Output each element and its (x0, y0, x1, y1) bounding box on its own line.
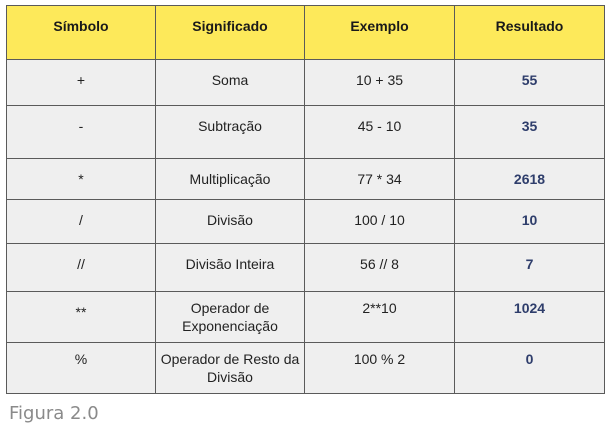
cell-meaning: Operador de Exponenciação (155, 291, 305, 343)
cell-meaning: Multiplicação (155, 158, 305, 200)
cell-meaning: Subtração (155, 105, 305, 159)
table-row: // Divisão Inteira 56 // 8 7 (6, 243, 605, 292)
table-row: ** Operador de Exponenciação 2**10 1024 (6, 291, 605, 343)
cell-example: 100 % 2 (304, 342, 455, 394)
cell-result: 0 (454, 342, 605, 394)
operators-table: Símbolo Significado Exemplo Resultado + … (6, 5, 605, 394)
cell-meaning: Soma (155, 59, 305, 106)
table-row: - Subtração 45 - 10 35 (6, 105, 605, 159)
figure-caption: Figura 2.0 (9, 403, 99, 424)
cell-meaning: Operador de Resto da Divisão (155, 342, 305, 394)
table-header-row: Símbolo Significado Exemplo Resultado (6, 5, 605, 60)
cell-example: 45 - 10 (304, 105, 455, 159)
table-row: % Operador de Resto da Divisão 100 % 2 0 (6, 342, 605, 394)
cell-symbol: % (6, 342, 156, 394)
cell-result: 10 (454, 199, 605, 244)
table-row: * Multiplicação 77 * 34 2618 (6, 158, 605, 200)
cell-example: 56 // 8 (304, 243, 455, 292)
cell-symbol: ** (6, 291, 156, 343)
cell-symbol: - (6, 105, 156, 159)
cell-symbol: * (6, 158, 156, 200)
cell-symbol: / (6, 199, 156, 244)
cell-symbol: // (6, 243, 156, 292)
header-result: Resultado (454, 5, 605, 60)
cell-result: 7 (454, 243, 605, 292)
cell-symbol: + (6, 59, 156, 106)
table-row: / Divisão 100 / 10 10 (6, 199, 605, 244)
header-meaning: Significado (155, 5, 305, 60)
table-row: + Soma 10 + 35 55 (6, 59, 605, 106)
cell-result: 2618 (454, 158, 605, 200)
cell-example: 10 + 35 (304, 59, 455, 106)
cell-example: 77 * 34 (304, 158, 455, 200)
cell-meaning: Divisão Inteira (155, 243, 305, 292)
cell-example: 2**10 (304, 291, 455, 343)
cell-meaning: Divisão (155, 199, 305, 244)
header-symbol: Símbolo (6, 5, 156, 60)
cell-result: 55 (454, 59, 605, 106)
header-example: Exemplo (304, 5, 455, 60)
cell-result: 1024 (454, 291, 605, 343)
cell-example: 100 / 10 (304, 199, 455, 244)
cell-result: 35 (454, 105, 605, 159)
